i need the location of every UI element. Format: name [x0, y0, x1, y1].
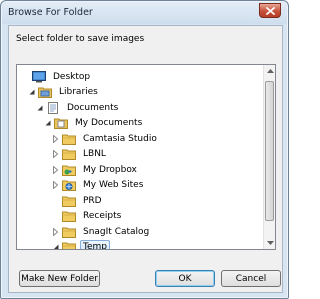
tree-item-label: Camtasia Studio [83, 133, 157, 144]
scroll-thumb[interactable] [265, 81, 274, 221]
tree-item[interactable]: Receipts [17, 209, 259, 225]
document-folder-icon [54, 117, 68, 130]
folder-icon [62, 210, 76, 223]
vertical-scrollbar[interactable] [263, 65, 275, 249]
dialog-title: Browse For Folder [8, 7, 93, 18]
instruction-text: Select folder to save images [16, 34, 145, 44]
close-button[interactable] [259, 3, 281, 18]
tree-item-label: My Documents [75, 118, 143, 129]
tree-item-label: My Web Sites [83, 180, 144, 191]
folder-icon [62, 133, 76, 145]
make-new-folder-button[interactable]: Make New Folder [19, 270, 100, 287]
tree-item[interactable]: Desktop [17, 69, 259, 85]
tree-item[interactable]: Documents [17, 100, 259, 116]
documents-library-icon [46, 101, 60, 114]
tree-item[interactable]: Libraries [17, 85, 259, 101]
tree-item-label: My Dropbox [83, 164, 137, 175]
tree-item[interactable]: My Web Sites [17, 178, 259, 194]
libraries-icon [38, 86, 52, 99]
tree-item-label: Libraries [59, 87, 98, 98]
dialog-body: Select folder to save images Desktop Libr… [8, 25, 283, 293]
tree-item[interactable]: My Dropbox [17, 162, 259, 178]
browse-for-folder-dialog: Browse For Folder Select folder to save … [0, 0, 289, 299]
web-folder-icon [62, 179, 76, 192]
folder-tree[interactable]: Desktop Libraries Documents My Documents Cam… [16, 64, 276, 250]
close-icon [265, 6, 275, 15]
tree-item[interactable]: My Documents [17, 116, 259, 132]
tree-item-label: PRD [83, 195, 102, 206]
tree-item[interactable]: SnagIt Catalog [17, 224, 259, 240]
folder-icon [62, 226, 76, 238]
arrow-up-icon [266, 69, 274, 73]
tree-item[interactable]: Temp [17, 240, 259, 249]
cancel-button[interactable]: Cancel [221, 270, 281, 287]
tree-item[interactable]: LBNL [17, 147, 259, 163]
scroll-up-button[interactable] [264, 65, 275, 77]
tree-item-label: SnagIt Catalog [83, 226, 150, 237]
expanded-arrow-icon[interactable] [27, 88, 36, 97]
collapsed-arrow-icon[interactable] [51, 134, 60, 143]
folder-icon [62, 148, 76, 161]
arrow-down-icon [266, 241, 274, 245]
folder-icon [62, 195, 76, 207]
desktop-icon [32, 70, 46, 83]
collapsed-arrow-icon[interactable] [51, 227, 60, 236]
tree-item-label: Desktop [53, 71, 91, 82]
expanded-arrow-icon[interactable] [43, 119, 52, 128]
title-bar[interactable]: Browse For Folder [2, 2, 287, 24]
tree-item[interactable]: Camtasia Studio [17, 131, 259, 147]
tree-item-label: Receipts [83, 211, 122, 222]
tree-item-label: Temp [80, 240, 110, 249]
collapsed-arrow-icon[interactable] [51, 150, 60, 159]
dropbox-folder-icon [62, 164, 76, 176]
tree-item-label: LBNL [83, 149, 106, 160]
collapsed-arrow-icon[interactable] [51, 165, 60, 174]
ok-button[interactable]: OK [155, 270, 215, 287]
scroll-down-button[interactable] [264, 237, 275, 249]
tree-item[interactable]: PRD [17, 193, 259, 209]
expanded-arrow-icon[interactable] [51, 243, 60, 249]
collapsed-arrow-icon[interactable] [51, 181, 60, 190]
tree-rows: Desktop Libraries Documents My Documents Cam… [17, 69, 259, 249]
tree-item-label: Documents [67, 102, 119, 113]
expanded-arrow-icon[interactable] [35, 103, 44, 112]
folder-icon [62, 241, 76, 249]
